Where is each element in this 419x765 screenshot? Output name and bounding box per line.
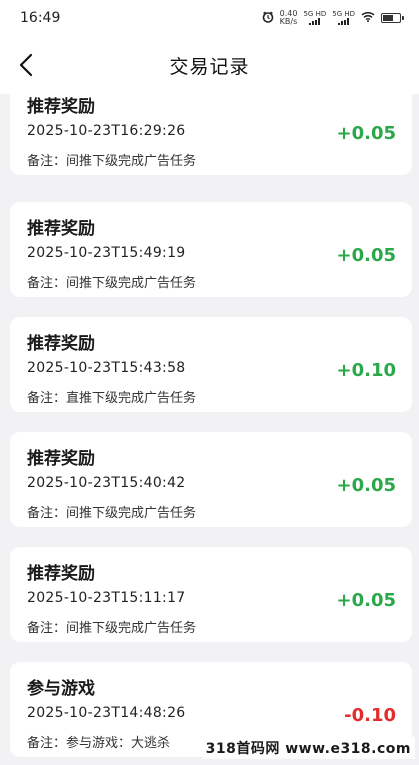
transaction-note: 备注：参与游戏：大逃杀 xyxy=(27,736,171,751)
transaction-time: 2025-10-23T14:48:26 xyxy=(27,705,186,721)
transaction-note: 备注：间推下级完成广告任务 xyxy=(27,621,197,636)
transaction-amount: +0.05 xyxy=(336,590,397,611)
transaction-amount: +0.05 xyxy=(336,475,397,496)
sim2-label: 5G HD xyxy=(332,10,355,18)
transaction-card[interactable]: 推荐奖励 2025-10-23T15:49:19 备注：间推下级完成广告任务 +… xyxy=(10,202,412,297)
transaction-time: 2025-10-23T16:29:26 xyxy=(27,123,186,139)
transaction-title: 参与游戏 xyxy=(27,679,95,699)
transaction-title: 推荐奖励 xyxy=(27,334,95,354)
battery-icon xyxy=(381,13,404,23)
transaction-time: 2025-10-23T15:11:17 xyxy=(27,590,186,606)
nav-bar: 交易记录 xyxy=(0,36,419,94)
signal-sim1-icon: 5G HD xyxy=(303,11,326,25)
transaction-card[interactable]: 推荐奖励 2025-10-23T15:43:58 备注：直推下级完成广告任务 +… xyxy=(10,317,412,412)
chevron-left-icon xyxy=(19,53,33,77)
back-button[interactable] xyxy=(10,48,42,82)
wifi-icon xyxy=(361,11,375,25)
transaction-card[interactable]: 推荐奖励 2025-10-23T16:29:26 备注：间推下级完成广告任务 +… xyxy=(10,94,412,175)
transaction-note: 备注：间推下级完成广告任务 xyxy=(27,154,197,169)
transaction-card[interactable]: 推荐奖励 2025-10-23T15:11:17 备注：间推下级完成广告任务 +… xyxy=(10,547,412,642)
transaction-title: 推荐奖励 xyxy=(27,97,95,117)
transaction-title: 推荐奖励 xyxy=(27,219,95,239)
page-title: 交易记录 xyxy=(169,55,250,78)
transaction-note: 备注：间推下级完成广告任务 xyxy=(27,276,197,291)
signal-sim2-icon: 5G HD xyxy=(332,11,355,25)
status-icons: 0.40 KB/s 5G HD 5G HD xyxy=(262,10,404,26)
transaction-time: 2025-10-23T15:40:42 xyxy=(27,475,186,491)
status-bar: 16:49 0.40 KB/s 5G HD 5G HD xyxy=(0,0,419,36)
transaction-amount: -0.10 xyxy=(344,705,396,726)
transaction-amount: +0.10 xyxy=(336,360,397,381)
transaction-amount: +0.05 xyxy=(336,245,397,266)
transaction-time: 2025-10-23T15:43:58 xyxy=(27,360,186,376)
watermark: 318首码网 www.e318.com xyxy=(201,737,415,759)
transaction-note: 备注：间推下级完成广告任务 xyxy=(27,506,197,521)
transaction-note: 备注：直推下级完成广告任务 xyxy=(27,391,197,406)
network-speed-unit: KB/s xyxy=(279,17,298,26)
transaction-title: 推荐奖励 xyxy=(27,564,95,584)
alarm-icon xyxy=(262,10,274,26)
network-speed: 0.40 KB/s xyxy=(280,10,298,26)
transaction-amount: +0.05 xyxy=(336,123,397,144)
transaction-title: 推荐奖励 xyxy=(27,449,95,469)
status-time: 16:49 xyxy=(20,10,61,26)
transaction-time: 2025-10-23T15:49:19 xyxy=(27,245,186,261)
sim1-label: 5G HD xyxy=(303,10,327,18)
transaction-list[interactable]: 推荐奖励 2025-10-23T16:29:26 备注：间推下级完成广告任务 +… xyxy=(0,94,419,765)
transaction-card[interactable]: 推荐奖励 2025-10-23T15:40:42 备注：间推下级完成广告任务 +… xyxy=(10,432,412,527)
